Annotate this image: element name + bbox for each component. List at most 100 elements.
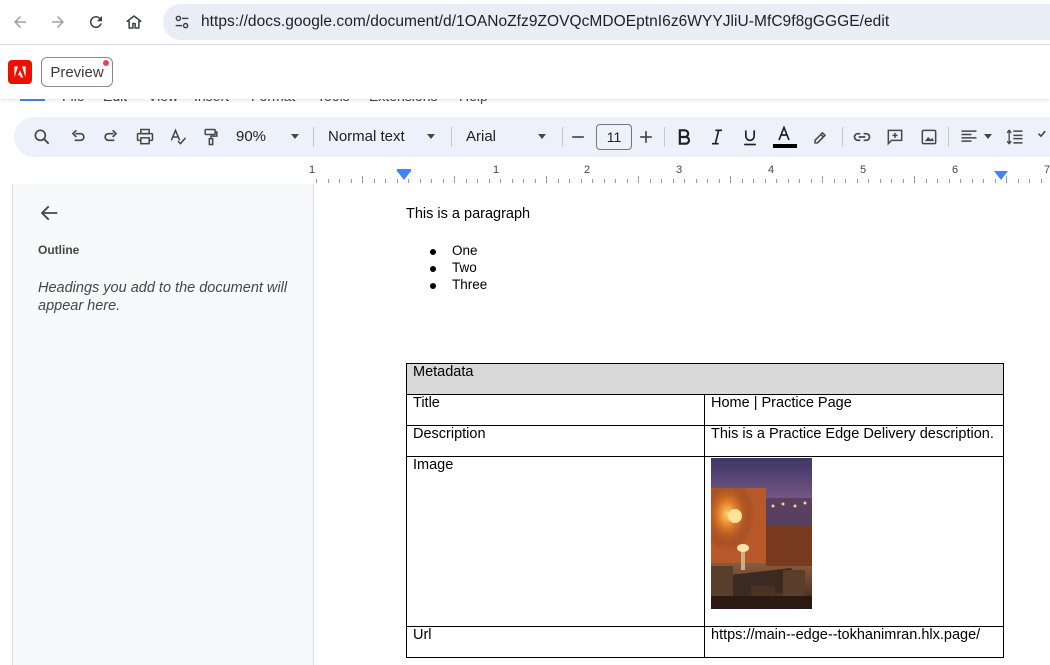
ruler-tick	[339, 179, 340, 183]
ruler-tick	[626, 179, 628, 183]
ruler-number: 4	[767, 164, 775, 176]
outline-title: Outline	[38, 243, 80, 257]
first-line-indent-marker[interactable]	[397, 169, 411, 172]
bold-icon[interactable]	[673, 126, 695, 148]
ruler-tick	[684, 179, 685, 183]
ruler-number: 3	[675, 164, 683, 176]
link-icon[interactable]	[851, 126, 873, 148]
ruler-tick	[960, 179, 961, 183]
url-text[interactable]: https://docs.google.com/document/d/1OANo…	[201, 13, 889, 31]
list-item[interactable]: One	[425, 243, 487, 260]
ruler-tick	[810, 179, 812, 183]
redo-icon[interactable]	[100, 126, 122, 148]
ruler-tick	[431, 179, 432, 183]
ruler-tick	[373, 179, 375, 183]
adobe-logo-icon[interactable]	[8, 60, 32, 84]
home-icon[interactable]	[120, 8, 148, 36]
style-caret-icon[interactable]	[424, 129, 438, 143]
undo-icon[interactable]	[67, 126, 89, 148]
ruler-tick	[615, 179, 616, 183]
site-settings-icon[interactable]	[173, 13, 191, 31]
ruler-tick	[419, 179, 421, 183]
paint-format-icon[interactable]	[200, 126, 222, 148]
ruler-number: 1	[492, 164, 500, 176]
ruler-tick	[603, 179, 605, 183]
ruler-tick	[799, 179, 800, 183]
text-color-swatch	[773, 144, 797, 148]
forward-arrow-icon[interactable]	[44, 8, 72, 36]
address-bar[interactable]: https://docs.google.com/document/d/1OANo…	[163, 4, 1050, 40]
table-cell-value[interactable]: This is a Practice Edge Delivery descrip…	[704, 425, 1004, 457]
ruler-number: 7	[1043, 164, 1050, 176]
back-arrow-icon[interactable]	[6, 8, 34, 36]
ruler-tick	[937, 179, 938, 183]
close-outline-arrow-icon[interactable]	[38, 202, 62, 224]
font-select[interactable]: Arial	[466, 128, 496, 145]
ruler-tick	[1029, 179, 1030, 183]
ruler-tick	[695, 179, 697, 183]
align-icon[interactable]	[958, 126, 980, 148]
search-icon[interactable]	[31, 126, 53, 148]
ruler-tick	[925, 179, 927, 183]
print-icon[interactable]	[134, 126, 156, 148]
table-cell-key[interactable]: Image	[406, 456, 705, 627]
ruler-tick	[776, 179, 777, 183]
bullet-list[interactable]: One Two Three	[425, 243, 487, 294]
ruler-tick	[856, 179, 858, 183]
ruler-tick	[500, 179, 501, 183]
zoom-caret-icon[interactable]	[288, 129, 302, 143]
table-header-cell[interactable]: Metadata	[406, 363, 1004, 395]
spellcheck-icon[interactable]	[167, 126, 189, 148]
ruler-tick	[511, 179, 513, 183]
ruler-tick	[580, 179, 582, 183]
toolbar-separator	[948, 127, 949, 147]
restaurant-photo[interactable]	[711, 458, 812, 609]
table-cell-key[interactable]: Title	[406, 394, 705, 426]
decrease-size-icon[interactable]	[567, 126, 589, 148]
table-cell-value[interactable]: https://main--edge--tokhanimran.hlx.page…	[704, 626, 1004, 658]
ruler-tick	[914, 176, 915, 183]
image-icon[interactable]	[918, 126, 940, 148]
ruler-tick	[902, 179, 904, 183]
ruler-tick	[350, 179, 352, 183]
line-spacing-icon[interactable]	[1004, 126, 1026, 148]
highlight-icon[interactable]	[809, 126, 831, 148]
paragraph[interactable]: This is a paragraph	[406, 206, 530, 222]
ruler-tick	[753, 179, 754, 183]
italic-icon[interactable]	[706, 126, 728, 148]
paragraph-style-select[interactable]: Normal text	[328, 128, 405, 145]
preview-button-label: Preview	[50, 63, 104, 81]
ruler-tick	[764, 179, 766, 183]
ruler-tick	[707, 179, 708, 183]
left-indent-marker-icon[interactable]	[397, 171, 411, 181]
ruler-tick	[385, 179, 386, 183]
increase-size-icon[interactable]	[635, 126, 657, 148]
table-cell-value[interactable]: Home | Practice Page	[704, 394, 1004, 426]
table-cell-key[interactable]: Url	[406, 626, 705, 658]
font-size-input[interactable]: 11	[596, 124, 632, 150]
table-cell-key[interactable]: Description	[406, 425, 705, 457]
text-color-icon[interactable]	[773, 124, 795, 146]
ruler-tick	[845, 179, 846, 183]
toolbar-separator	[842, 127, 843, 147]
list-item[interactable]: Three	[425, 277, 487, 294]
ruler-tick	[442, 179, 444, 183]
right-indent-marker-icon[interactable]	[994, 171, 1008, 181]
document-page[interactable]: This is a paragraph One Two Three Metada…	[315, 184, 1050, 665]
ruler-tick	[327, 179, 329, 183]
metadata-table[interactable]: Metadata Title Home | Practice Page Desc…	[406, 363, 1004, 658]
align-caret-icon[interactable]	[981, 129, 995, 143]
outline-hint: Headings you add to the document will ap…	[38, 280, 288, 314]
font-caret-icon[interactable]	[535, 129, 549, 143]
zoom-select[interactable]: 90%	[236, 128, 266, 145]
ruler-tick	[454, 176, 455, 183]
underline-icon[interactable]	[739, 126, 761, 148]
list-item[interactable]: Two	[425, 260, 487, 277]
comment-icon[interactable]	[884, 126, 906, 148]
checklist-icon[interactable]	[1036, 126, 1050, 148]
preview-button[interactable]: Preview	[41, 57, 113, 87]
ruler[interactable]: 1 1 2 3 4 5 6 7	[309, 162, 1050, 184]
ruler-tick	[730, 176, 731, 183]
reload-icon[interactable]	[82, 8, 110, 36]
table-cell-image[interactable]	[704, 456, 1004, 627]
